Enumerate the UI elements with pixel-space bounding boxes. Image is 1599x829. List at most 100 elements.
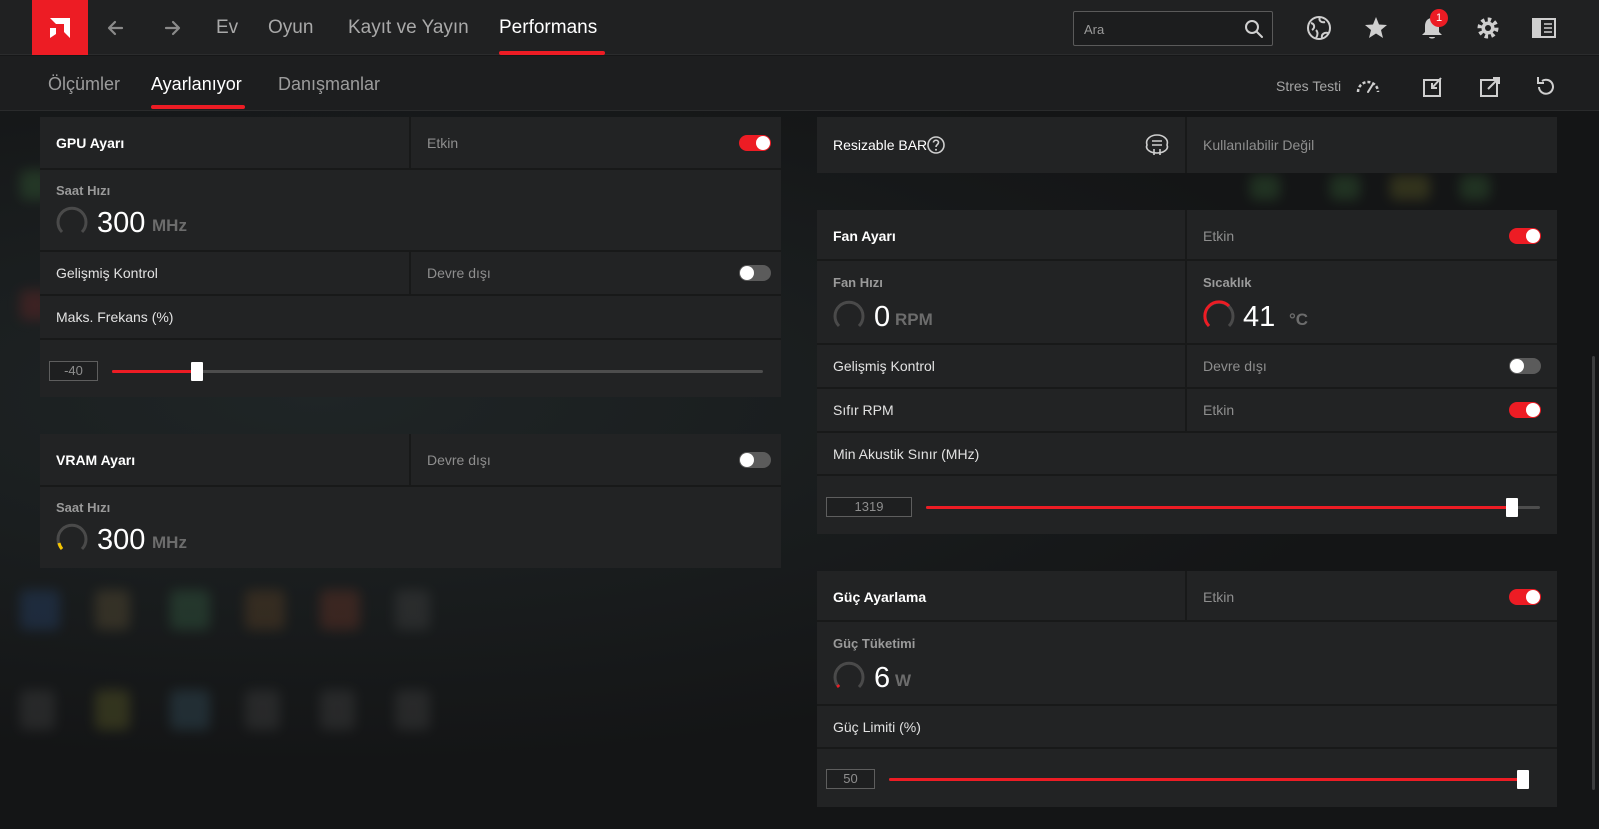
- min-acoustic-limit-value-box[interactable]: 1319: [826, 497, 912, 517]
- vram-tuning-title: VRAM Ayarı: [56, 452, 136, 468]
- sidebar-panel-icon[interactable]: [1530, 14, 1558, 42]
- nav-performance[interactable]: Performans: [499, 17, 597, 39]
- fan-tuning-panel: Fan Ayarı Etkin Fan Hızı 0 RPM Sıcaklık …: [817, 210, 1557, 534]
- gpu-clock-title: Saat Hızı: [56, 183, 111, 198]
- power-tuning-state: Etkin: [1203, 589, 1235, 605]
- power-tuning-header: Güç Ayarlama Etkin: [817, 571, 1557, 622]
- gpu-advanced-control-row: Gelişmiş Kontrol Devre dışı: [40, 252, 781, 296]
- amd-logo-icon[interactable]: [32, 0, 88, 55]
- vram-clock-metric: Saat Hızı 300 MHz: [40, 487, 781, 568]
- gpu-tuning-state: Etkin: [427, 135, 459, 151]
- gpu-max-frequency-value-box[interactable]: -40: [49, 361, 98, 381]
- gpu-clock-metric: Saat Hızı 300 MHz: [40, 170, 781, 252]
- resizable-bar-state: Kullanılabilir Değil: [1203, 137, 1315, 153]
- gpu-tuning-panel: GPU Ayarı Etkin Saat Hızı 300 MHz Gelişm…: [40, 117, 781, 397]
- gpu-max-frequency-label: Maks. Frekans (%): [56, 309, 174, 325]
- star-icon[interactable]: [1362, 14, 1390, 42]
- zero-rpm-row: Sıfır RPM Etkin: [817, 389, 1557, 433]
- min-acoustic-limit-slider-thumb[interactable]: [1506, 498, 1518, 517]
- gauge-icon[interactable]: [1355, 74, 1381, 100]
- power-consumption-value: 6: [874, 662, 891, 694]
- zero-rpm-toggle[interactable]: [1509, 402, 1541, 418]
- vram-tuning-header: VRAM Ayarı Devre dışı: [40, 434, 781, 487]
- power-consumption-gauge-icon: [833, 661, 865, 689]
- min-acoustic-limit-slider-fill: [926, 506, 1512, 509]
- fan-metrics-row: Fan Hızı 0 RPM Sıcaklık 41 °C: [817, 261, 1557, 345]
- vram-tuning-panel: VRAM Ayarı Devre dışı Saat Hızı 300 MHz: [40, 434, 781, 568]
- vram-clock-title: Saat Hızı: [56, 500, 111, 515]
- fan-advanced-control-row: Gelişmiş Kontrol Devre dışı: [817, 345, 1557, 389]
- power-consumption-metric: Güç Tüketimi 6 W: [817, 622, 1557, 706]
- tab-tuning[interactable]: Ayarlanıyor: [151, 74, 242, 95]
- zero-rpm-state: Etkin: [1203, 402, 1235, 418]
- vram-clock-gauge-icon: [56, 523, 88, 551]
- fan-advanced-control-label: Gelişmiş Kontrol: [833, 358, 935, 374]
- min-acoustic-limit-label: Min Akustik Sınır (MHz): [833, 446, 980, 462]
- power-tuning-toggle[interactable]: [1509, 589, 1541, 605]
- temperature-value: 41: [1243, 301, 1276, 333]
- tab-active-indicator: [151, 105, 245, 109]
- tab-advisors[interactable]: Danışmanlar: [278, 74, 380, 95]
- fan-tuning-toggle[interactable]: [1509, 228, 1541, 244]
- gpu-advanced-control-toggle[interactable]: [739, 265, 771, 281]
- gpu-tuning-title: GPU Ayarı: [56, 135, 125, 151]
- gpu-max-frequency-row: Maks. Frekans (%): [40, 296, 781, 340]
- notification-badge: 1: [1430, 9, 1448, 27]
- fan-advanced-control-toggle[interactable]: [1509, 358, 1541, 374]
- gpu-advanced-control-label: Gelişmiş Kontrol: [56, 265, 158, 281]
- zero-rpm-label: Sıfır RPM: [833, 402, 894, 418]
- gpu-tuning-toggle[interactable]: [739, 135, 771, 151]
- nav-record-stream[interactable]: Kayıt ve Yayın: [348, 17, 469, 39]
- tab-metrics[interactable]: Ölçümler: [48, 74, 120, 95]
- vram-tuning-toggle[interactable]: [739, 452, 771, 468]
- stress-test-label[interactable]: Stres Testi: [1276, 78, 1341, 94]
- export-icon[interactable]: [1477, 74, 1503, 100]
- globe-icon[interactable]: [1305, 14, 1333, 42]
- chip-icon: [1145, 134, 1169, 155]
- gear-icon[interactable]: [1474, 14, 1502, 42]
- gpu-max-frequency-slider-thumb[interactable]: [191, 362, 203, 381]
- temperature-unit: °C: [1289, 310, 1309, 329]
- import-icon[interactable]: [1420, 74, 1446, 100]
- nav-gaming[interactable]: Oyun: [268, 17, 313, 39]
- power-consumption-unit: W: [895, 671, 912, 690]
- search-icon[interactable]: [1244, 19, 1264, 39]
- back-arrow-icon[interactable]: [102, 14, 130, 42]
- reset-icon[interactable]: [1533, 74, 1559, 100]
- vram-clock-unit: MHz: [152, 533, 187, 552]
- power-limit-slider[interactable]: [889, 770, 1529, 789]
- page-scrollbar[interactable]: [1592, 356, 1595, 790]
- search-box[interactable]: [1073, 11, 1273, 46]
- power-tuning-panel: Güç Ayarlama Etkin Güç Tüketimi 6 W Güç …: [817, 571, 1557, 807]
- min-acoustic-limit-slider[interactable]: [926, 498, 1540, 517]
- gpu-max-frequency-slider[interactable]: [112, 362, 763, 381]
- resizable-bar-title: Resizable BAR: [833, 137, 928, 153]
- help-icon[interactable]: [926, 135, 946, 155]
- fan-tuning-title: Fan Ayarı: [833, 228, 896, 244]
- min-acoustic-limit-row: Min Akustik Sınır (MHz): [817, 433, 1557, 476]
- gpu-clock-gauge-icon: [56, 206, 88, 234]
- search-input[interactable]: [1084, 18, 1234, 40]
- gpu-advanced-control-state: Devre dışı: [427, 265, 491, 281]
- nav-home[interactable]: Ev: [216, 17, 238, 39]
- top-navigation-bar: Ev Oyun Kayıt ve Yayın Performans 1: [0, 0, 1599, 55]
- fan-tuning-state: Etkin: [1203, 228, 1235, 244]
- fan-speed-value: 0: [874, 301, 891, 333]
- gpu-clock-unit: MHz: [152, 216, 187, 235]
- gpu-max-frequency-slider-fill: [112, 370, 197, 373]
- gpu-clock-value: 300: [97, 207, 146, 239]
- forward-arrow-icon[interactable]: [158, 14, 186, 42]
- power-limit-value-box[interactable]: 50: [826, 769, 875, 789]
- fan-speed-title: Fan Hızı: [833, 275, 883, 290]
- vram-tuning-state: Devre dışı: [427, 452, 491, 468]
- temperature-title: Sıcaklık: [1203, 275, 1252, 290]
- fan-speed-unit: RPM: [895, 310, 933, 329]
- fan-advanced-control-state: Devre dışı: [1203, 358, 1267, 374]
- nav-active-indicator: [499, 51, 605, 55]
- temperature-gauge-icon: [1203, 300, 1235, 328]
- power-consumption-title: Güç Tüketimi: [833, 636, 916, 651]
- power-limit-row: Güç Limiti (%): [817, 706, 1557, 749]
- resizable-bar-panel: Resizable BAR Kullanılabilir Değil: [817, 117, 1557, 173]
- fan-tuning-header: Fan Ayarı Etkin: [817, 210, 1557, 261]
- power-limit-slider-thumb[interactable]: [1517, 770, 1529, 789]
